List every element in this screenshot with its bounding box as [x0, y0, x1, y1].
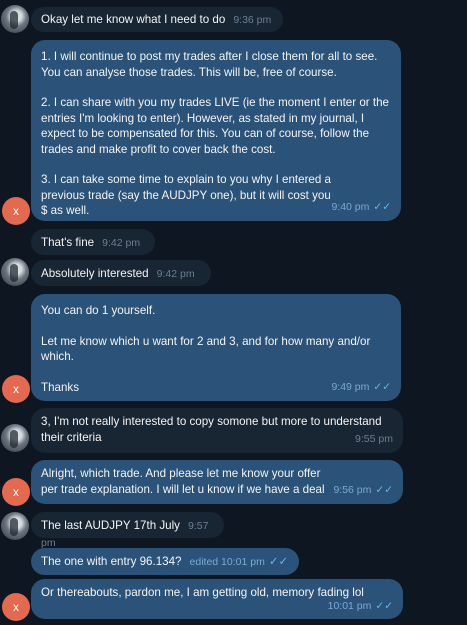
message-bubble[interactable]: Okay let me know what I need to do 9:36 p…	[31, 7, 283, 32]
message-bubble[interactable]: You can do 1 yourself. Let me know which…	[31, 294, 401, 401]
read-checkmarks-icon: ✓✓	[373, 380, 391, 393]
contact-avatar[interactable]	[1, 258, 29, 286]
message-bubble[interactable]: Or thereabouts, pardon me, I am getting …	[31, 579, 403, 619]
message-bubble[interactable]: 3, I'm not really interested to copy som…	[31, 408, 403, 453]
message-paragraph: 1. I will continue to post my trades aft…	[41, 50, 378, 79]
read-checkmarks-icon: ✓✓	[373, 200, 391, 213]
contact-avatar[interactable]	[1, 424, 29, 452]
user-avatar[interactable]: x	[2, 375, 30, 403]
message-time: 9:40 pm	[331, 200, 370, 213]
message-bubble[interactable]: The one with entry 96.134? edited 10:01 p…	[31, 548, 299, 575]
message-time: 9:56 pm	[333, 483, 372, 496]
message-time: 9:49 pm	[331, 380, 370, 393]
contact-avatar[interactable]	[1, 5, 29, 33]
message-bubble[interactable]: Alright, which trade. And please let me …	[31, 460, 403, 504]
read-checkmarks-icon: ✓✓	[375, 483, 393, 496]
contact-avatar[interactable]	[1, 512, 29, 540]
message-paragraph: 2. I can share with you my trades LIVE (…	[41, 96, 389, 156]
message-bubble[interactable]: That's fine 9:42 pm	[31, 229, 155, 255]
message-paragraph: Let me know which u want for 2 and 3, an…	[41, 334, 371, 364]
user-avatar[interactable]: x	[2, 478, 30, 506]
message-time: 9:42 pm	[102, 237, 141, 249]
message-time: 9:55 pm	[355, 432, 393, 445]
message-time: 10:01 pm	[327, 599, 372, 612]
message-bubble[interactable]: Absolutely interested 9:42 pm	[31, 260, 211, 286]
message-text: 3, I'm not really interested to copy som…	[41, 415, 382, 444]
message-bubble[interactable]: The last AUDJPY 17th July 9:57 pm	[31, 512, 224, 549]
read-checkmarks-icon: ✓✓	[375, 599, 393, 612]
user-avatar[interactable]: x	[2, 593, 30, 621]
message-text: That's fine	[41, 236, 95, 249]
message-bubble[interactable]: 1. I will continue to post my trades aft…	[31, 40, 401, 221]
message-time: edited 10:01 pm	[189, 556, 265, 568]
read-checkmarks-icon: ✓✓	[268, 555, 289, 568]
user-avatar[interactable]: x	[2, 197, 30, 225]
message-time: 9:42 pm	[156, 268, 195, 280]
message-paragraph: You can do 1 yourself.	[41, 304, 156, 317]
message-text: The last AUDJPY 17th July	[41, 519, 180, 532]
message-time: 9:36 pm	[233, 14, 272, 26]
message-text: The one with entry 96.134?	[41, 555, 182, 568]
message-text: Absolutely interested	[41, 267, 149, 280]
message-text: Okay let me know what I need to do	[41, 13, 226, 26]
